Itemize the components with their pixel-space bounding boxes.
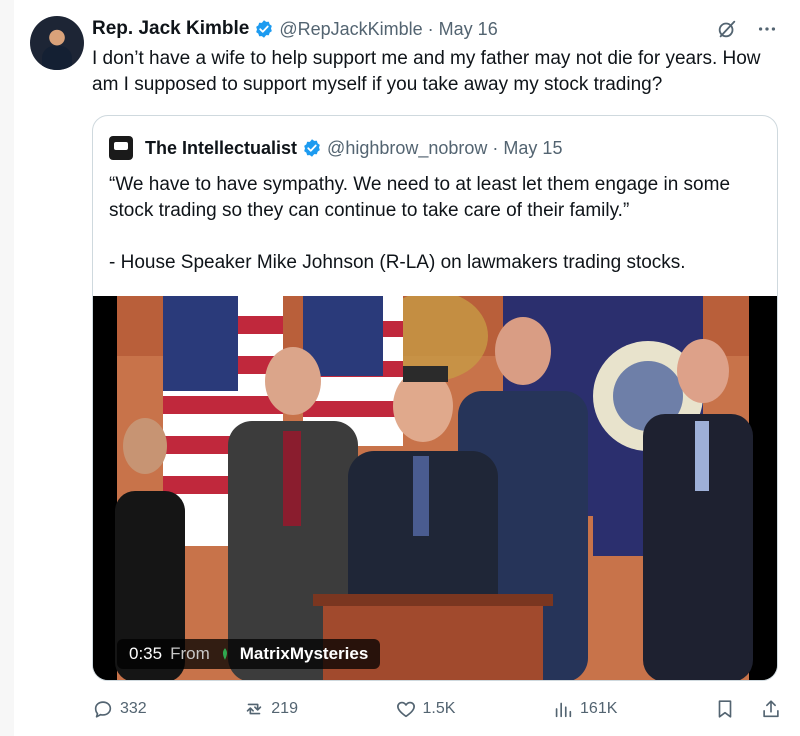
quote-author-avatar — [109, 136, 133, 160]
bookmark-button[interactable] — [714, 698, 736, 720]
repost-button[interactable]: 219 — [243, 698, 298, 720]
reply-button[interactable]: 332 — [92, 698, 147, 720]
quote-text: “We have to have sympathy. We need to at… — [109, 172, 759, 276]
author-handle[interactable]: @RepJackKimble — [279, 19, 422, 40]
author-name[interactable]: Rep. Jack Kimble — [92, 18, 249, 40]
share-button[interactable] — [760, 698, 782, 720]
quote-header: The Intellectualist @highbrow_nobrow · M… — [109, 136, 562, 160]
video-from-label: From — [170, 644, 210, 663]
share-icon — [763, 700, 779, 718]
tweet-header: Rep. Jack Kimble @RepJackKimble · May 16 — [92, 18, 498, 40]
views-count: 161K — [580, 700, 618, 717]
tweet-card[interactable]: Rep. Jack Kimble @RepJackKimble · May 16… — [14, 0, 800, 736]
source-logo-icon — [222, 648, 227, 660]
quote-author-name[interactable]: The Intellectualist — [145, 138, 297, 159]
tweet-date[interactable]: May 16 — [439, 19, 498, 40]
meta-separator: · — [492, 137, 499, 158]
video-duration: 0:35 — [129, 644, 163, 663]
verified-badge-icon — [304, 139, 320, 157]
tweet-top-actions — [716, 18, 778, 40]
video-source-name[interactable]: MatrixMysteries — [240, 644, 369, 664]
repost-count: 219 — [271, 700, 298, 717]
reply-icon — [94, 701, 112, 718]
like-button[interactable]: 1.5K — [395, 698, 456, 720]
video-frame-image — [93, 296, 777, 680]
quoted-tweet[interactable]: The Intellectualist @highbrow_nobrow · M… — [92, 115, 778, 681]
grok-icon[interactable] — [716, 18, 738, 40]
secondary-actions — [714, 698, 782, 720]
quote-author-handle[interactable]: @highbrow_nobrow — [327, 138, 487, 159]
quote-text-line: - House Speaker Mike Johnson (R-LA) on l… — [109, 252, 686, 273]
like-icon — [396, 701, 415, 718]
tweet-text: I don’t have a wife to help support me a… — [92, 48, 761, 95]
quote-date[interactable]: May 15 — [503, 138, 562, 159]
video-info-badge: 0:35 From MatrixMysteries — [117, 639, 381, 669]
tweet-action-bar: 332 219 1.5K 161K — [92, 698, 782, 720]
repost-icon — [247, 703, 262, 715]
views-button[interactable]: 161K — [552, 698, 617, 720]
author-avatar[interactable] — [30, 16, 84, 70]
bookmark-icon — [718, 700, 732, 718]
quote-text-line: “We have to have sympathy. We need to at… — [109, 174, 731, 221]
verified-badge-icon — [256, 20, 273, 38]
more-icon[interactable] — [756, 18, 778, 40]
like-count: 1.5K — [422, 700, 456, 717]
views-icon — [555, 702, 572, 718]
reply-count: 332 — [120, 700, 147, 717]
meta-separator: · — [427, 18, 434, 39]
video-player[interactable]: 0:35 From MatrixMysteries — [93, 296, 777, 680]
